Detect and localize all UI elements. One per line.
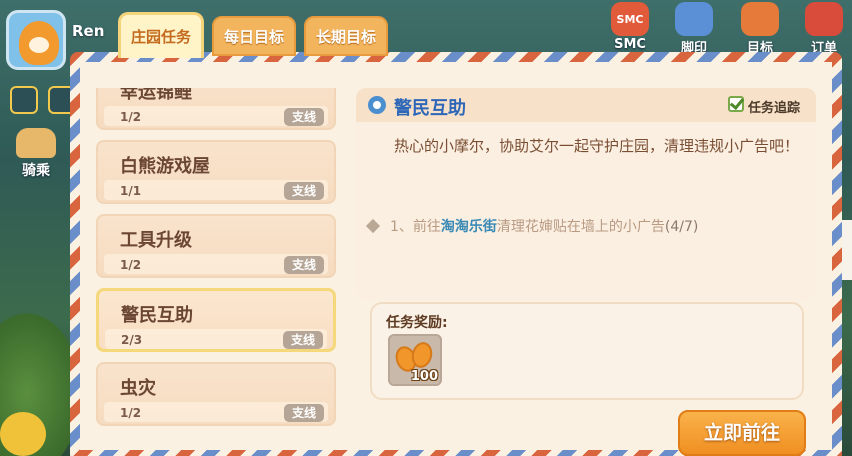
task-step: 1、前往淘淘乐街清理花婶贴在墙上的小广告(4/7)	[365, 216, 699, 236]
task-item-tool-upgrade[interactable]: 工具升级 1/2 支线	[96, 214, 336, 278]
diamond-bullet-icon	[365, 218, 381, 234]
smc-icon: SMC	[611, 2, 649, 36]
hud-order-button[interactable]: 订单	[800, 2, 848, 56]
step-count: (4/7)	[664, 219, 699, 235]
hud-footprint-button[interactable]: 脚印	[670, 2, 718, 56]
task-detail: 警民互助 任务追踪 热心的小摩尔，协助艾尔一起守护庄园，清理违规小广告吧！ 1、…	[356, 88, 816, 300]
task-title: 警民互助	[121, 305, 193, 326]
task-tag: 支线	[284, 108, 324, 126]
task-item-white-bear-playhouse[interactable]: 白熊游戏屋 1/1 支线	[96, 140, 336, 204]
scooter-icon	[16, 128, 56, 158]
task-list[interactable]: 幸运锦鲤 1/2 支线 白熊游戏屋 1/1 支线 工具升级 1/2 支线 警民互…	[96, 88, 336, 432]
task-progress: 2/3	[121, 333, 143, 347]
tab-long-term-goals[interactable]: 长期目标	[304, 16, 389, 56]
go-now-button[interactable]: 立即前往	[678, 410, 806, 456]
task-item-pest[interactable]: 虫灾 1/2 支线	[96, 362, 336, 426]
tab-daily-goals[interactable]: 每日目标	[212, 16, 297, 56]
tab-bar: 庄园任务 每日目标 长期目标	[118, 12, 389, 58]
track-label[interactable]: 任务追踪	[748, 97, 800, 116]
task-tag: 支线	[284, 404, 324, 422]
reward-item[interactable]: 100	[388, 334, 442, 386]
task-progress: 1/2	[120, 258, 142, 272]
player-name: Ren	[72, 22, 105, 40]
task-progress: 1/2	[120, 110, 142, 124]
task-title: 虫灾	[120, 378, 156, 399]
task-description: 热心的小摩尔，协助艾尔一起守护庄园，清理违规小广告吧！	[394, 137, 800, 155]
reward-quantity: 100	[410, 369, 438, 384]
reward-label: 任务奖励:	[386, 315, 448, 331]
paw-icon	[368, 96, 386, 114]
footprint-icon	[675, 2, 713, 36]
tab-manor-tasks[interactable]: 庄园任务	[118, 12, 205, 58]
target-scroll-icon	[741, 2, 779, 36]
step-location-link[interactable]: 淘淘乐街	[441, 219, 497, 235]
task-item-police-help[interactable]: 警民互助 2/3 支线	[96, 288, 336, 352]
task-title: 白熊游戏屋	[120, 156, 210, 177]
detail-title: 警民互助	[394, 98, 466, 119]
hud-smc-button[interactable]: SMC SMC	[606, 2, 654, 56]
mount-label: 骑乘	[22, 163, 50, 179]
task-tag: 支线	[284, 256, 324, 274]
task-progress: 1/2	[120, 406, 142, 420]
camera-icon[interactable]	[10, 86, 38, 114]
task-tag: 支线	[283, 331, 323, 349]
hud-smc-label: SMC	[614, 37, 646, 52]
dog-avatar-icon	[19, 21, 59, 65]
track-checkbox[interactable]	[728, 96, 744, 112]
step-action: 清理花婶贴在墙上的小广告	[496, 219, 665, 235]
player-avatar[interactable]	[6, 10, 66, 70]
hud-target-button[interactable]: 目标	[736, 2, 784, 56]
task-title: 工具升级	[120, 230, 192, 251]
duck-icon[interactable]	[0, 412, 46, 456]
task-title: 幸运锦鲤	[120, 88, 192, 103]
task-progress: 1/1	[120, 184, 142, 198]
mount-button[interactable]: 骑乘	[10, 128, 62, 180]
reward-box: 任务奖励: 100	[370, 302, 804, 400]
task-item-lucky-koi[interactable]: 幸运锦鲤 1/2 支线	[96, 88, 336, 130]
order-icon	[805, 2, 843, 36]
task-tag: 支线	[284, 182, 324, 200]
step-prefix: 1、前往	[390, 219, 441, 235]
